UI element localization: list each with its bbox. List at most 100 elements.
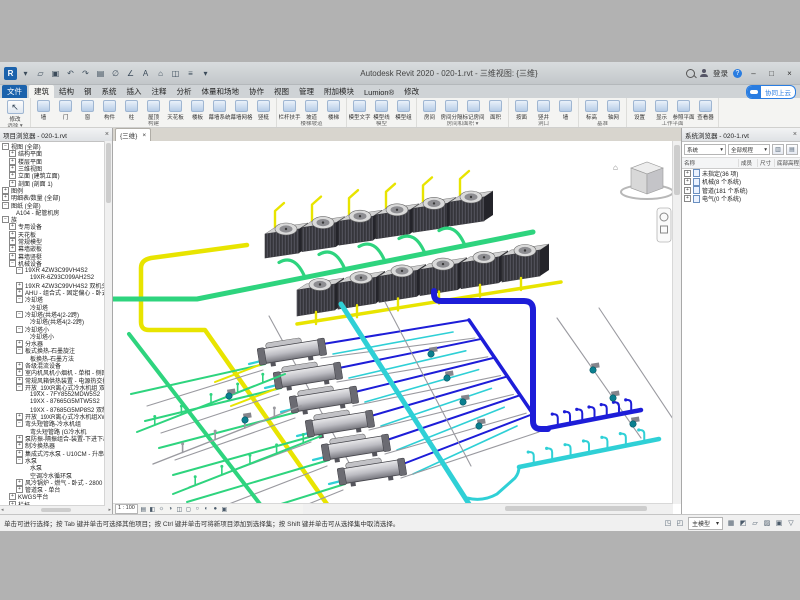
drag-elements-icon[interactable]: ▣ bbox=[774, 518, 784, 528]
ribbon-button[interactable]: 房间分隔 bbox=[441, 99, 462, 121]
ribbon-tab-7[interactable]: 分析 bbox=[172, 85, 197, 98]
discipline-select[interactable]: 全部规程▾ bbox=[728, 144, 770, 155]
tree-item[interactable]: +KWGS平台 bbox=[0, 493, 112, 500]
system-browser-row[interactable]: +电气(0 个系统) bbox=[682, 195, 800, 204]
expand-icon[interactable]: + bbox=[16, 340, 23, 347]
tree-item[interactable]: +天花板 bbox=[0, 231, 112, 238]
ribbon-tab-8[interactable]: 体量和场地 bbox=[197, 85, 245, 98]
search-icon[interactable] bbox=[686, 69, 695, 78]
column-header-0[interactable]: 名称 bbox=[682, 159, 739, 167]
column-header-3[interactable]: 底部高程 bbox=[775, 159, 800, 167]
signin-label[interactable]: 登录 bbox=[713, 68, 728, 79]
ribbon-tab-9[interactable]: 协作 bbox=[244, 85, 269, 98]
expand-icon[interactable]: + bbox=[16, 413, 23, 420]
expand-icon[interactable]: + bbox=[9, 172, 16, 179]
ribbon-button[interactable]: 模型线 bbox=[371, 99, 392, 121]
project-browser-vscrollbar[interactable] bbox=[104, 141, 112, 506]
ribbon-tab-5[interactable]: 插入 bbox=[122, 85, 147, 98]
ribbon-button[interactable]: 参照平面 bbox=[673, 99, 694, 121]
column-header-1[interactable]: 成员 bbox=[739, 159, 758, 167]
system-view-select[interactable]: 系统▾ bbox=[684, 144, 726, 155]
tree-item[interactable]: +楼层平面 bbox=[0, 158, 112, 165]
redo-icon[interactable]: ↷ bbox=[79, 67, 92, 80]
filter-icon[interactable]: ▽ bbox=[786, 518, 796, 528]
expand-icon[interactable]: + bbox=[9, 245, 16, 252]
expand-icon[interactable]: + bbox=[16, 435, 23, 442]
collapse-icon[interactable]: − bbox=[16, 384, 23, 391]
view-tab-3d[interactable]: {三维} × bbox=[115, 128, 151, 141]
ribbon-button[interactable]: 面积 bbox=[485, 99, 506, 121]
ribbon-button[interactable]: 模型组 bbox=[393, 99, 414, 121]
collapse-icon[interactable]: − bbox=[9, 260, 16, 267]
column-header-2[interactable]: 尺寸 bbox=[758, 159, 775, 167]
ribbon-button[interactable]: 幕墙网格 bbox=[231, 99, 252, 121]
ribbon-button[interactable]: 窗 bbox=[77, 99, 98, 121]
hide-isolate-icon[interactable]: ◐ bbox=[202, 505, 211, 513]
ribbon-button[interactable]: 模型文字 bbox=[349, 99, 370, 121]
collapse-icon[interactable]: − bbox=[16, 457, 23, 464]
expand-icon[interactable]: + bbox=[9, 238, 16, 245]
ribbon-button[interactable]: 门 bbox=[55, 99, 76, 121]
autofit-columns-icon[interactable]: ▥ bbox=[772, 144, 784, 155]
tree-item[interactable]: +结构平面 bbox=[0, 150, 112, 157]
ribbon-button[interactable]: 标记房间 bbox=[463, 99, 484, 121]
canvas-hscrollbar[interactable] bbox=[299, 503, 673, 514]
default-3d-view-icon[interactable]: ⌂ bbox=[154, 67, 167, 80]
collapse-icon[interactable]: − bbox=[2, 202, 9, 209]
select-pinned-icon[interactable]: ▱ bbox=[750, 518, 760, 528]
scale-control[interactable]: 1 : 100 bbox=[115, 504, 138, 514]
measure-icon[interactable]: ∅ bbox=[109, 67, 122, 80]
tree-item[interactable]: +幕墙竖梃 bbox=[0, 252, 112, 259]
section-icon[interactable]: ◫ bbox=[169, 67, 182, 80]
expand-icon[interactable]: + bbox=[16, 369, 23, 376]
expand-icon[interactable]: + bbox=[9, 158, 16, 165]
3d-model-view[interactable]: ⌂ bbox=[113, 141, 673, 504]
lock-view-icon[interactable]: ○ bbox=[193, 505, 202, 513]
collapse-icon[interactable]: − bbox=[16, 420, 23, 427]
undo-icon[interactable]: ↶ bbox=[64, 67, 77, 80]
shadows-icon[interactable]: ◑ bbox=[166, 505, 175, 513]
expand-icon[interactable]: + bbox=[9, 231, 16, 238]
save-icon[interactable]: ▣ bbox=[49, 67, 62, 80]
aligned-dimension-icon[interactable]: ∠ bbox=[124, 67, 137, 80]
column-settings-icon[interactable]: ▤ bbox=[786, 144, 798, 155]
ribbon-tab-1[interactable]: 建筑 bbox=[29, 85, 54, 98]
collapse-icon[interactable]: − bbox=[16, 296, 23, 303]
ribbon-button[interactable]: 房间 bbox=[419, 99, 440, 121]
close-button[interactable]: × bbox=[783, 67, 796, 80]
system-browser-row[interactable]: +机械(8 个系统) bbox=[682, 178, 800, 187]
tree-item[interactable]: +立面 (建筑立面) bbox=[0, 172, 112, 179]
customize-qat-icon[interactable]: ▾ bbox=[199, 67, 212, 80]
expand-icon[interactable]: + bbox=[684, 187, 691, 194]
ribbon-tab-14[interactable]: 修改 bbox=[399, 85, 424, 98]
ribbon-button[interactable]: 幕墙系统 bbox=[209, 99, 230, 121]
thin-lines-icon[interactable]: ≡ bbox=[184, 67, 197, 80]
ribbon-button[interactable]: 楼板 bbox=[187, 99, 208, 121]
print-icon[interactable]: ▤ bbox=[94, 67, 107, 80]
tree-item[interactable]: +专用设备 bbox=[0, 223, 112, 230]
ribbon-button[interactable]: 标高 bbox=[581, 99, 602, 121]
project-browser-close-icon[interactable]: × bbox=[105, 131, 109, 138]
worksharing-icon[interactable]: ◳ bbox=[663, 518, 673, 528]
expand-icon[interactable]: + bbox=[16, 479, 23, 486]
viewcube[interactable]: ⌂ bbox=[613, 162, 673, 199]
user-icon[interactable] bbox=[700, 69, 708, 78]
expand-icon[interactable]: + bbox=[9, 150, 16, 157]
tree-item[interactable]: −机械设备 bbox=[0, 260, 112, 267]
collapse-icon[interactable]: − bbox=[16, 326, 23, 333]
collapse-icon[interactable]: − bbox=[16, 267, 23, 274]
analytical-model-icon[interactable]: ▣ bbox=[220, 505, 229, 513]
ribbon-button[interactable]: 设置 bbox=[629, 99, 650, 121]
open-icon[interactable]: ▱ bbox=[34, 67, 47, 80]
tree-item[interactable]: 冷却塔(共塔4(2-2跨) bbox=[0, 318, 112, 325]
ribbon-button[interactable]: 竖井 bbox=[533, 99, 554, 121]
revit-logo[interactable]: R bbox=[4, 67, 17, 80]
help-button[interactable]: ? bbox=[733, 69, 742, 78]
app-menu-arrow-icon[interactable]: ▾ bbox=[19, 67, 32, 80]
expand-icon[interactable]: + bbox=[9, 223, 16, 230]
ribbon-tab-11[interactable]: 管理 bbox=[294, 85, 319, 98]
ribbon-tab-13[interactable]: Lumion® bbox=[359, 87, 399, 98]
design-options-select[interactable]: 主模型▾ bbox=[688, 517, 723, 530]
system-browser-row[interactable]: +未指定(36 项) bbox=[682, 169, 800, 178]
expand-icon[interactable]: + bbox=[684, 178, 691, 185]
